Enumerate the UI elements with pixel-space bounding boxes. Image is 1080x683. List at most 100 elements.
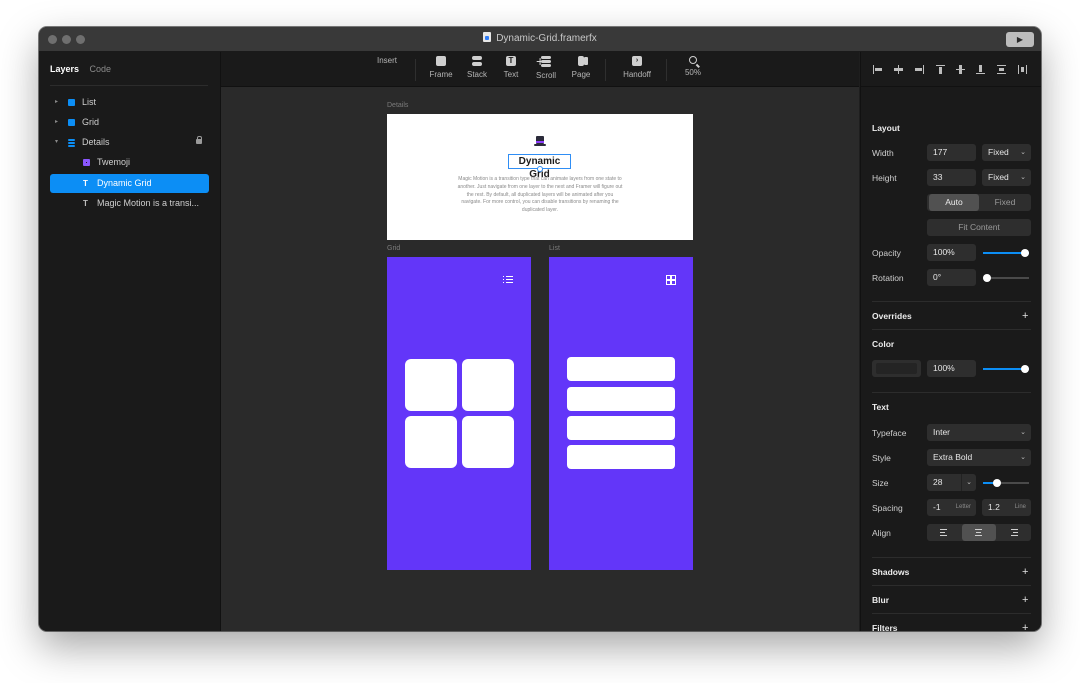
tab-layers[interactable]: Layers — [50, 64, 79, 74]
opacity-input[interactable]: 100% — [927, 244, 976, 261]
frame-label-details[interactable]: Details — [387, 102, 408, 109]
layer-label: List — [82, 97, 97, 107]
text-align-center-button[interactable] — [962, 524, 996, 541]
align-center-vertical-icon[interactable] — [956, 65, 965, 74]
color-opacity-slider[interactable] — [983, 365, 1029, 373]
align-right-icon — [1009, 527, 1018, 538]
text-tool-button[interactable]: T Text — [501, 56, 521, 79]
text-icon: T — [83, 199, 88, 208]
align-center-horizontal-icon[interactable] — [894, 65, 903, 74]
distribute-vertical-icon[interactable] — [997, 65, 1006, 74]
font-size-slider[interactable] — [983, 479, 1029, 487]
frame-label-grid[interactable]: Grid — [387, 245, 400, 252]
distribute-horizontal-icon[interactable] — [1018, 65, 1027, 74]
grid-frame[interactable] — [387, 257, 531, 570]
opacity-slider-knob[interactable] — [1021, 249, 1029, 257]
page-tool-button[interactable]: Page — [570, 56, 592, 79]
tab-code[interactable]: Code — [90, 64, 112, 74]
magic-motion-description[interactable]: Magic Motion is a transition type that c… — [457, 176, 623, 215]
width-mode-select[interactable]: Fixed ⌄ — [982, 144, 1031, 161]
resize-handle[interactable] — [537, 166, 543, 172]
color-slider-knob[interactable] — [1021, 365, 1029, 373]
typeface-select[interactable]: Inter ⌄ — [927, 424, 1031, 441]
layers-panel: Layers Code ▸ List ▸ Grid ▾ Details Twem… — [39, 52, 221, 631]
overrides-heading: Overrides — [872, 311, 912, 321]
collapse-arrow-icon[interactable]: ▾ — [55, 133, 58, 152]
search-icon — [689, 56, 697, 64]
line-height-input[interactable]: 1.2 Line — [982, 499, 1031, 516]
expand-arrow-icon[interactable]: ▸ — [55, 113, 58, 132]
rotation-slider[interactable] — [983, 274, 1029, 282]
font-size-input[interactable]: 28 ⌄ — [927, 474, 976, 491]
align-left-icon[interactable] — [873, 65, 882, 74]
layer-label: Twemoji — [97, 157, 131, 167]
text-icon: T — [83, 179, 88, 188]
color-swatch[interactable] — [872, 360, 921, 377]
zoom-button[interactable]: 50% — [681, 56, 705, 77]
layer-item-twemoji[interactable]: Twemoji — [50, 153, 209, 172]
height-input[interactable]: 33 — [927, 169, 976, 186]
blur-heading: Blur — [872, 595, 889, 605]
chevron-down-icon[interactable]: ⌄ — [961, 474, 972, 491]
toolbar-divider — [605, 59, 606, 81]
layer-item-list[interactable]: ▸ List — [50, 93, 209, 112]
align-bottom-icon[interactable] — [976, 65, 985, 74]
layer-item-grid[interactable]: ▸ Grid — [50, 113, 209, 132]
handoff-button[interactable]: › Handoff — [620, 56, 654, 79]
fit-content-button[interactable]: Fit Content — [927, 219, 1031, 236]
layer-label: Details — [82, 137, 110, 147]
letter-spacing-input[interactable]: -1 Letter — [927, 499, 976, 516]
list-icon[interactable] — [503, 276, 513, 284]
add-blur-plus-icon[interactable]: + — [1022, 595, 1028, 606]
details-frame[interactable]: Dynamic Grid Magic Motion is a transitio… — [387, 114, 693, 240]
add-override-plus-icon[interactable]: + — [1022, 311, 1028, 322]
align-label: Align — [872, 528, 891, 538]
font-size-slider-knob[interactable] — [993, 479, 1001, 487]
text-heading: Text — [872, 402, 889, 412]
top-hat-emoji-icon[interactable] — [534, 136, 546, 148]
height-mode-select[interactable]: Fixed ⌄ — [982, 169, 1031, 186]
divider — [872, 329, 1031, 330]
opacity-slider[interactable] — [983, 249, 1029, 257]
frame-label-list[interactable]: List — [549, 245, 560, 252]
text-align-right-button[interactable] — [996, 524, 1031, 541]
handoff-icon: › — [632, 56, 642, 66]
grid-tile — [462, 416, 514, 468]
page-icon — [578, 56, 584, 66]
play-icon: ▶ — [1016, 35, 1024, 44]
insert-button[interactable]: + Insert — [375, 54, 544, 68]
layer-item-dynamic-grid[interactable]: T Dynamic Grid — [50, 174, 209, 193]
color-opacity-input[interactable]: 100% — [927, 360, 976, 377]
font-style-select[interactable]: Extra Bold ⌄ — [927, 449, 1031, 466]
auto-segment[interactable]: Auto — [929, 194, 979, 211]
window-title: Dynamic-Grid.framerfx — [39, 27, 1041, 51]
list-frame[interactable] — [549, 257, 693, 570]
chevron-down-icon: ⌄ — [1020, 174, 1026, 181]
layer-item-details[interactable]: ▾ Details — [50, 133, 209, 152]
text-icon: T — [506, 56, 516, 66]
width-input[interactable]: 177 — [927, 144, 976, 161]
stack-tool-button[interactable]: Stack — [464, 56, 490, 79]
add-shadow-plus-icon[interactable]: + — [1022, 567, 1028, 578]
frame-tool-button[interactable]: Frame — [429, 56, 453, 79]
canvas[interactable]: Details Dynamic Grid Magic Motion is a t… — [221, 87, 859, 631]
grid-tile — [405, 416, 457, 468]
fixed-segment[interactable]: Fixed — [979, 194, 1031, 211]
preview-play-button[interactable]: ▶ — [1006, 32, 1034, 47]
expand-arrow-icon[interactable]: ▸ — [55, 93, 58, 112]
rotation-slider-knob[interactable] — [983, 274, 991, 282]
align-right-icon[interactable] — [915, 65, 924, 74]
layer-item-magic-motion-text[interactable]: T Magic Motion is a transi... — [50, 194, 209, 213]
lock-icon[interactable] — [196, 136, 202, 144]
divider — [872, 557, 1031, 558]
layer-label: Dynamic Grid — [97, 178, 152, 188]
grid-view-icon[interactable] — [666, 275, 676, 285]
list-row — [567, 445, 675, 469]
text-align-left-button[interactable] — [927, 524, 962, 541]
properties-panel: Layout Width 177 Fixed ⌄ Height 33 Fixed ⌄… — [860, 52, 1041, 631]
add-filter-plus-icon[interactable]: + — [1022, 623, 1028, 632]
scroll-tool-button[interactable]: Scroll — [534, 56, 558, 80]
toolbar: + Insert Frame Stack T Text Scroll Page … — [221, 52, 859, 87]
align-top-icon[interactable] — [936, 65, 945, 74]
rotation-input[interactable]: 0° — [927, 269, 976, 286]
